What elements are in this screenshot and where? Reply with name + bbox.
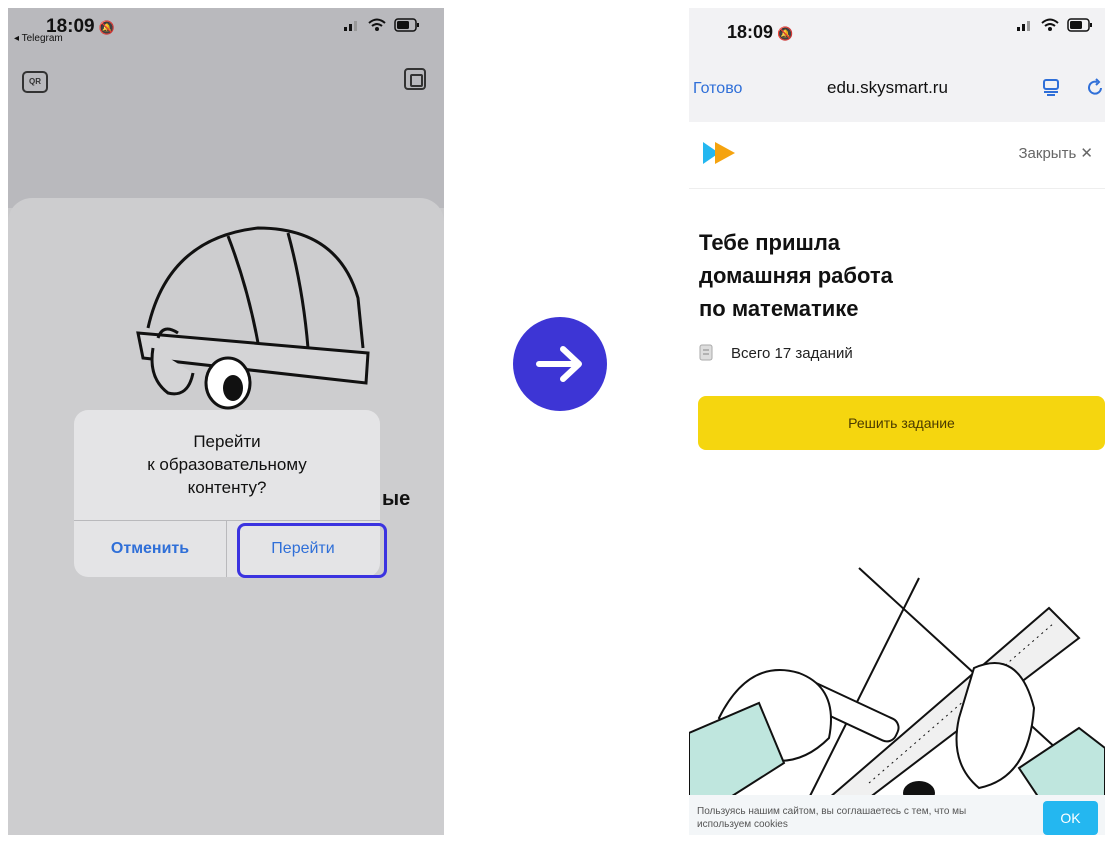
obscured-text: ые	[382, 488, 411, 510]
cancel-button[interactable]: Отменить	[74, 520, 226, 577]
battery-icon	[394, 18, 419, 32]
status-time: 18:09 🔕	[727, 22, 794, 42]
right-phone-screen: 18:09 🔕 Готово edu.skysmart.ru Закрыть ✕ …	[689, 8, 1105, 835]
wifi-icon	[368, 18, 386, 31]
signal-icon	[1017, 21, 1030, 31]
title-line-3: по математике	[699, 296, 859, 321]
header-divider	[689, 188, 1105, 189]
signal-icon	[344, 21, 357, 31]
task-count-label: Всего 17 заданий	[731, 344, 853, 362]
page-title: Тебе пришла домашняя работа по математик…	[699, 226, 1079, 325]
dialog-line-3: контенту?	[187, 478, 267, 497]
wifi-icon	[1041, 18, 1059, 31]
cookie-text: Пользуясь нашим сайтом, вы соглашаетесь …	[697, 806, 967, 830]
title-line-1: Тебе пришла	[699, 230, 841, 255]
solve-task-button[interactable]: Решить задание	[698, 396, 1105, 450]
dialog-line-1: Перейти	[193, 432, 261, 451]
stage: 18:09 🔕 ◂ Telegram QR ые Перейти к образ…	[0, 0, 1105, 843]
browser-toolbar: 18:09 🔕 Готово edu.skysmart.ru	[689, 8, 1105, 122]
title-line-2: домашняя работа	[699, 263, 893, 288]
dialog-message: Перейти к образовательному контенту?	[74, 430, 380, 499]
status-bar: 18:09 🔕 ◂ Telegram	[8, 8, 444, 48]
bell-icon: 🔕	[98, 20, 115, 35]
cookie-ok-button[interactable]: OK	[1043, 801, 1098, 835]
hands-ruler-illustration	[689, 567, 1105, 798]
status-icons	[1017, 18, 1093, 32]
task-count: Всего 17 заданий	[699, 344, 853, 362]
battery-icon	[1067, 18, 1092, 32]
skysmart-logo[interactable]	[703, 140, 739, 166]
share-icon[interactable]	[404, 68, 426, 90]
back-to-telegram-link[interactable]: ◂ Telegram	[14, 33, 63, 44]
tabs-icon[interactable]	[1042, 78, 1060, 96]
helmet-character-illustration	[136, 226, 370, 410]
arrow-right-icon	[513, 317, 607, 411]
dialog-line-2: к образовательному	[147, 455, 307, 474]
close-button[interactable]: Закрыть ✕	[1018, 144, 1093, 162]
left-phone-screen: 18:09 🔕 ◂ Telegram QR ые Перейти к образ…	[8, 8, 444, 835]
done-button[interactable]: Готово	[693, 80, 742, 98]
status-icons	[344, 18, 420, 32]
bell-icon: 🔕	[777, 26, 794, 41]
qr-icon[interactable]: QR	[22, 71, 48, 93]
reload-icon[interactable]	[1085, 78, 1105, 98]
url-label: edu.skysmart.ru	[827, 78, 948, 97]
cookie-banner: Пользуясь нашим сайтом, вы соглашаетесь …	[689, 795, 1105, 835]
go-button-highlight	[237, 523, 387, 578]
task-icon	[699, 344, 713, 361]
